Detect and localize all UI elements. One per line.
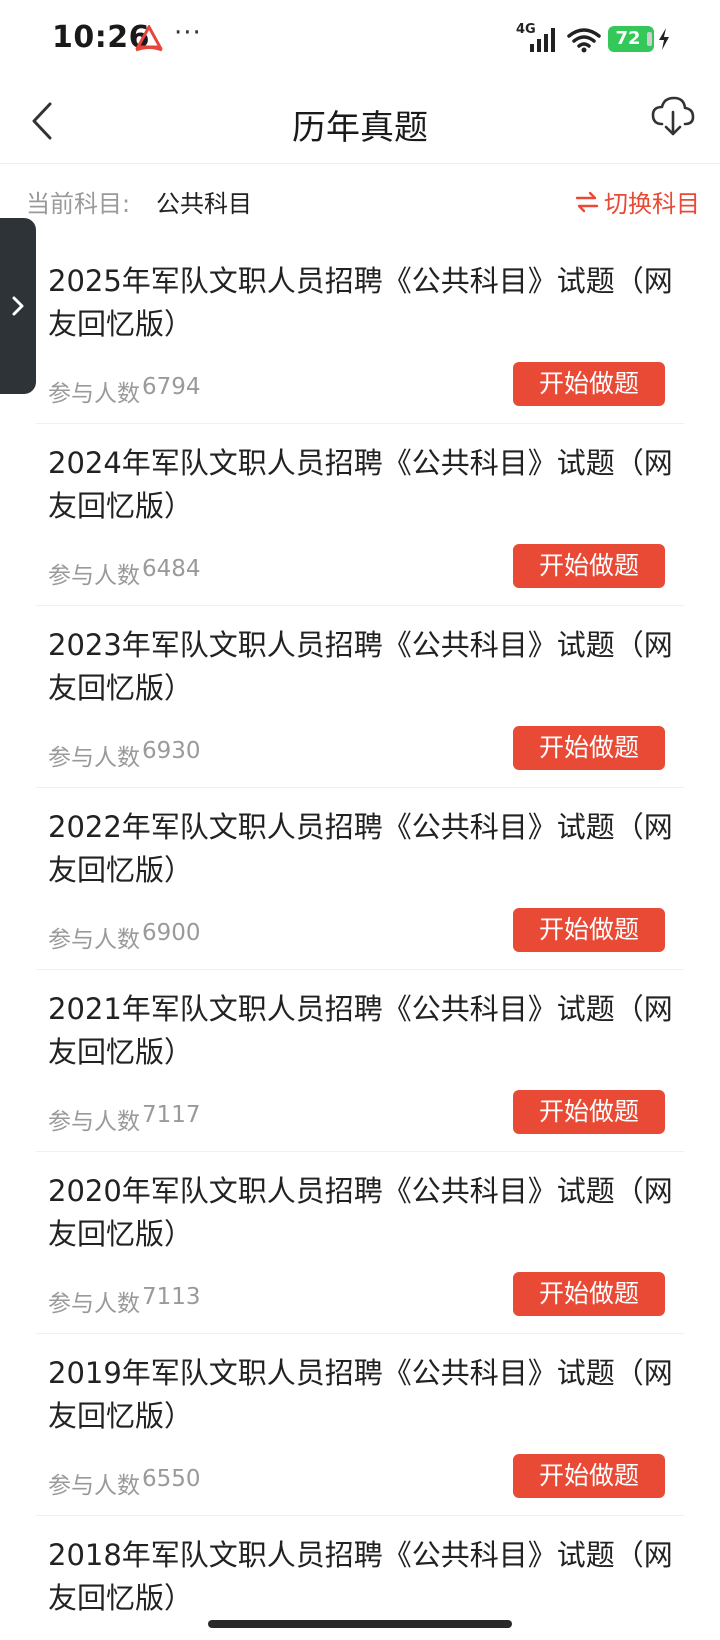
participants-count: 7117	[142, 1102, 201, 1128]
wifi-icon	[567, 28, 601, 53]
current-subject-value: 公共科目	[156, 190, 252, 218]
participants-info: 参与人数 6900	[48, 920, 201, 954]
current-subject-row: 当前科目: 公共科目 切换科目	[0, 164, 720, 242]
participants-info: 参与人数 7117	[48, 1102, 201, 1136]
exam-list: 2025年军队文职人员招聘《公共科目》试题（网友回忆版） 参与人数 6794 开…	[36, 242, 684, 1640]
side-panel-handle[interactable]	[0, 218, 36, 394]
status-bar: 10:26 ··· 4G 72	[0, 0, 720, 80]
start-practice-button[interactable]: 开始做题	[513, 1454, 665, 1498]
start-practice-button[interactable]: 开始做题	[513, 1272, 665, 1316]
switch-subject-button[interactable]: 切换科目	[574, 184, 700, 219]
participants-count: 6794	[142, 374, 201, 400]
exam-list-item[interactable]: 2022年军队文职人员招聘《公共科目》试题（网友回忆版） 参与人数 6900 开…	[36, 788, 684, 970]
exam-title: 2022年军队文职人员招聘《公共科目》试题（网友回忆版）	[48, 810, 673, 887]
home-indicator[interactable]	[208, 1620, 512, 1628]
participants-info: 参与人数 7113	[48, 1284, 201, 1318]
battery-level: 72	[615, 28, 641, 49]
participants-info: 参与人数 6930	[48, 738, 201, 772]
exam-title: 2024年军队文职人员招聘《公共科目》试题（网友回忆版）	[48, 446, 673, 523]
participants-count: 6550	[142, 1466, 201, 1492]
participants-label: 参与人数	[48, 381, 140, 407]
start-practice-button[interactable]: 开始做题	[513, 908, 665, 952]
chevron-right-icon	[12, 296, 24, 316]
participants-label: 参与人数	[48, 1109, 140, 1135]
cloud-download-icon[interactable]	[650, 94, 696, 140]
participants-info: 参与人数 6484	[48, 556, 201, 590]
participants-count: 6930	[142, 738, 201, 764]
participants-label: 参与人数	[48, 927, 140, 953]
participants-count: 7113	[142, 1284, 201, 1310]
exam-list-item[interactable]: 2020年军队文职人员招聘《公共科目》试题（网友回忆版） 参与人数 7113 开…	[36, 1152, 684, 1334]
nav-bar: 历年真题	[0, 80, 720, 164]
cell-signal-icon	[530, 28, 555, 52]
start-practice-button[interactable]: 开始做题	[513, 362, 665, 406]
exam-list-item[interactable]: 2025年军队文职人员招聘《公共科目》试题（网友回忆版） 参与人数 6794 开…	[36, 242, 684, 424]
current-subject-label: 当前科目:	[26, 190, 131, 218]
participants-count: 6484	[142, 556, 201, 582]
switch-subject-label: 切换科目	[604, 190, 700, 218]
page-title: 历年真题	[292, 108, 428, 148]
exam-title: 2025年军队文职人员招聘《公共科目》试题（网友回忆版）	[48, 264, 673, 341]
exam-title: 2020年军队文职人员招聘《公共科目》试题（网友回忆版）	[48, 1174, 673, 1251]
start-practice-button[interactable]: 开始做题	[513, 726, 665, 770]
app-notification-icon	[135, 25, 163, 52]
more-notifications-icon: ···	[174, 18, 202, 48]
participants-label: 参与人数	[48, 1291, 140, 1317]
participants-info: 参与人数 6794	[48, 374, 201, 408]
exam-title: 2021年军队文职人员招聘《公共科目》试题（网友回忆版）	[48, 992, 673, 1069]
participants-label: 参与人数	[48, 563, 140, 589]
exam-title: 2019年军队文职人员招聘《公共科目》试题（网友回忆版）	[48, 1356, 673, 1433]
participants-count: 6900	[142, 920, 201, 946]
exam-list-item[interactable]: 2024年军队文职人员招聘《公共科目》试题（网友回忆版） 参与人数 6484 开…	[36, 424, 684, 606]
exam-title: 2018年军队文职人员招聘《公共科目》试题（网友回忆版）	[48, 1538, 673, 1615]
start-practice-button[interactable]: 开始做题	[513, 544, 665, 588]
exam-list-item[interactable]: 2023年军队文职人员招聘《公共科目》试题（网友回忆版） 参与人数 6930 开…	[36, 606, 684, 788]
start-practice-button[interactable]: 开始做题	[513, 1090, 665, 1134]
participants-info: 参与人数 6550	[48, 1466, 201, 1500]
battery-tip	[647, 32, 652, 46]
exam-list-item[interactable]: 2019年军队文职人员招聘《公共科目》试题（网友回忆版） 参与人数 6550 开…	[36, 1334, 684, 1516]
exam-list-item[interactable]: 2021年军队文职人员招聘《公共科目》试题（网友回忆版） 参与人数 7117 开…	[36, 970, 684, 1152]
swap-arrows-icon	[575, 191, 599, 212]
charging-icon	[659, 28, 669, 50]
participants-label: 参与人数	[48, 745, 140, 771]
exam-title: 2023年军队文职人员招聘《公共科目》试题（网友回忆版）	[48, 628, 673, 705]
participants-label: 参与人数	[48, 1473, 140, 1499]
